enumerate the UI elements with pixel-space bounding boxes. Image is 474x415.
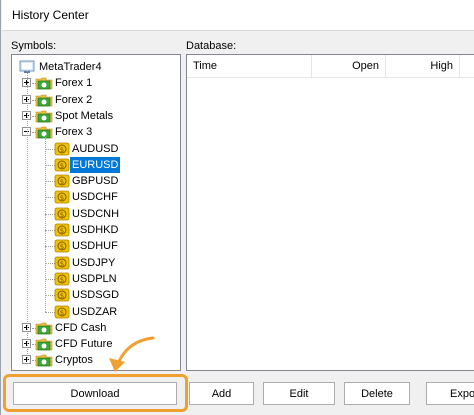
coin-icon: $ <box>54 272 70 286</box>
tree-symbol-item[interactable]: $ USDSGD <box>12 287 180 303</box>
coin-icon: $ <box>54 223 70 237</box>
svg-text:$: $ <box>60 309 64 317</box>
tree-item-root[interactable]: MetaTrader4 <box>12 59 180 75</box>
tree-symbol-item[interactable]: $ USDCNH <box>12 206 180 222</box>
tree-item-label: GBPUSD <box>72 175 119 188</box>
symbols-label: Symbols: <box>11 40 57 52</box>
tree-item-label: USDHKD <box>72 224 119 236</box>
column-label-open: Open <box>352 60 379 72</box>
window-title: History Center <box>12 8 89 22</box>
tree-group-forex-1[interactable]: Forex 1 <box>12 75 180 91</box>
tree-item-label: Forex 3 <box>55 126 93 139</box>
svg-text:$: $ <box>60 243 64 251</box>
database-label: Database: <box>186 40 237 52</box>
coin-icon: $ <box>54 207 70 221</box>
tree-symbol-item[interactable]: $ USDZAR <box>12 304 180 320</box>
tree-item-label: Forex 2 <box>55 93 93 106</box>
column-label-high: High <box>430 60 453 72</box>
download-button[interactable]: Download <box>13 382 177 405</box>
svg-text:$: $ <box>60 162 64 170</box>
tree-symbol-item[interactable]: $ USDHKD <box>12 222 180 238</box>
tree-symbol-item[interactable]: $ USDJPY <box>12 255 180 271</box>
svg-text:$: $ <box>60 194 64 202</box>
column-header-time[interactable]: Time <box>187 55 312 77</box>
tree-item-label: AUDUSD <box>72 142 119 155</box>
table-header: Time Open High <box>187 55 474 78</box>
folder-icon <box>35 93 53 107</box>
tree-item-label: Cryptos <box>55 354 93 367</box>
tree-item-label: USDHUF <box>72 240 118 253</box>
tree-symbol-item[interactable]: $ AUDUSD <box>12 141 180 157</box>
tree-item-label: USDCHF <box>72 191 118 204</box>
tree-group-forex-3[interactable]: Forex 3 <box>12 124 180 140</box>
tree-connector <box>27 71 28 361</box>
tree-item-label: Spot Metals <box>55 109 114 122</box>
svg-text:$: $ <box>60 211 64 219</box>
history-center-window: History Center Symbols: Database: MetaTr… <box>0 0 474 415</box>
add-button[interactable]: Add <box>189 382 254 405</box>
coin-icon: $ <box>54 190 70 204</box>
tree-symbol-item[interactable]: $ USDPLN <box>12 271 180 287</box>
tree-item-label: USDJPY <box>72 256 116 269</box>
tree-group-forex-2[interactable]: Forex 2 <box>12 92 180 108</box>
delete-button[interactable]: Delete <box>344 382 410 405</box>
tree-item-label: USDZAR <box>72 305 118 318</box>
svg-text:$: $ <box>60 146 64 154</box>
tree-group-spot-metals[interactable]: Spot Metals <box>12 108 180 124</box>
tree-item-label: USDCNH <box>72 207 120 220</box>
folder-icon <box>35 109 53 123</box>
edit-button[interactable]: Edit <box>263 382 335 405</box>
coin-icon: $ <box>54 256 70 270</box>
tree-item-label: EURUSD <box>70 156 121 173</box>
column-header-open[interactable]: Open <box>312 55 386 77</box>
export-button[interactable]: Expo <box>426 382 474 405</box>
tree-item-label: Forex 1 <box>55 77 93 90</box>
tree-connector <box>45 134 46 312</box>
coin-icon: $ <box>54 142 70 156</box>
folder-icon <box>35 353 53 367</box>
coin-icon: $ <box>54 305 70 319</box>
folder-icon <box>35 321 53 335</box>
title-bar: History Center <box>2 0 474 31</box>
tree-symbol-item[interactable]: $ GBPUSD <box>12 173 180 189</box>
coin-icon: $ <box>54 239 70 253</box>
tree-item-label: USDSGD <box>72 289 120 302</box>
folder-icon <box>35 125 53 139</box>
coin-icon: $ <box>54 174 70 188</box>
tree-symbol-item[interactable]: $ EURUSD <box>12 156 180 173</box>
svg-text:$: $ <box>60 292 64 300</box>
folder-icon <box>35 76 53 90</box>
tree-symbol-item[interactable]: $ USDCHF <box>12 189 180 205</box>
svg-text:$: $ <box>60 178 64 186</box>
database-table[interactable]: Time Open High <box>186 54 474 371</box>
coin-icon: $ <box>54 288 70 302</box>
tree-symbol-item[interactable]: $ USDHUF <box>12 238 180 254</box>
folder-icon <box>35 337 53 351</box>
pointer-arrow-icon <box>109 336 155 372</box>
column-label-time: Time <box>193 60 218 72</box>
svg-text:$: $ <box>60 260 64 268</box>
tree-item-label: USDPLN <box>72 272 117 285</box>
svg-text:$: $ <box>60 227 64 235</box>
svg-text:$: $ <box>60 276 64 284</box>
symbols-tree[interactable]: MetaTrader4 Forex 1 Forex 2 Spot Metals Fore… <box>11 54 181 371</box>
coin-icon: $ <box>54 158 70 172</box>
column-header-high[interactable]: High <box>386 55 460 77</box>
tree-item-label: MetaTrader4 <box>39 61 102 73</box>
